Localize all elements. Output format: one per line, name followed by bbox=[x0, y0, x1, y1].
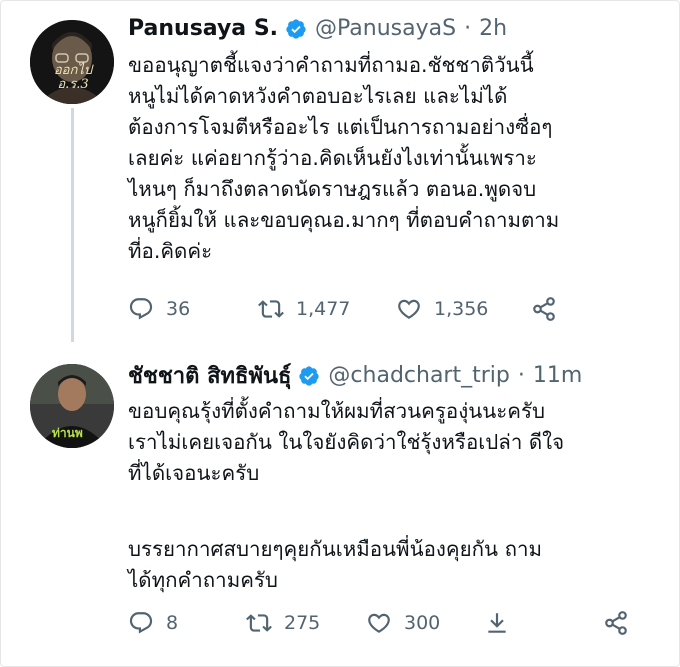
tweet-text-line: หนูก็ยิ้มให้ และขอบคุณอ.มากๆ ที่ตอบคำถาม… bbox=[128, 208, 560, 232]
tweet-header: Panusaya S. @PanusayaS · 2h bbox=[128, 16, 507, 41]
tweet-header: ชัชชาติ สิทธิพันธุ์ @chadchart_trip · 11… bbox=[128, 358, 582, 393]
tweet-actions: 36 1,477 1,356 bbox=[128, 296, 588, 332]
download-arrow-icon bbox=[488, 613, 506, 633]
share-button[interactable] bbox=[603, 610, 641, 636]
reply-button[interactable]: 36 bbox=[128, 296, 190, 322]
retweet-icon bbox=[246, 614, 272, 632]
avatar[interactable]: ออกไป อ.ร.3 bbox=[30, 20, 114, 104]
tip-button[interactable] bbox=[484, 610, 522, 636]
tweet-text-line: ไหนๆ ก็มาถึงตลาดนัดราษฎรแล้ว ตอนอ.พูดจบ bbox=[128, 177, 537, 201]
tweet-text-line: เราไม่เคยเจอกัน ในใจยังคิดว่าใช่รุ้งหรือ… bbox=[128, 430, 565, 454]
verified-badge-icon bbox=[285, 18, 307, 40]
timestamp[interactable]: 2h bbox=[479, 16, 507, 41]
avatar-overlay-text: ออกไป อ.ร.3 bbox=[53, 63, 93, 92]
avatar-shirt-text: ท่านพ bbox=[52, 426, 83, 440]
share-icon bbox=[605, 611, 627, 635]
handle[interactable]: @PanusayaS bbox=[315, 16, 456, 41]
share-icon bbox=[533, 297, 555, 321]
tweet-text-line: บรรยากาศสบายๆคุยกันเหมือนพี่น้องคุยกัน ถ… bbox=[128, 537, 543, 561]
handle[interactable]: @chadchart_trip bbox=[328, 363, 509, 388]
tweet-text-line: ที่ได้เจอนะครับ bbox=[128, 461, 260, 485]
display-name[interactable]: Panusaya S. bbox=[128, 16, 278, 41]
retweet-count: 275 bbox=[284, 612, 321, 634]
retweet-icon bbox=[258, 300, 284, 318]
retweet-count: 1,477 bbox=[296, 298, 351, 320]
tweet-text-line: ขออนุญาตชี้แจงว่าคำถามที่ถามอ.ชัชชาติวัน… bbox=[128, 53, 534, 77]
share-button[interactable] bbox=[531, 296, 569, 322]
tweet-text-line: ต้องการโจมตีหรืออะไร แต่เป็นการถามอย่างซ… bbox=[128, 115, 553, 139]
reply-count: 8 bbox=[166, 612, 179, 634]
tweet-text-line: หนูไม่ได้คาดหวังคำตอบอะไรเลย และไม่ได้ bbox=[128, 84, 508, 108]
tweet-text-line: ที่อ.คิดค่ะ bbox=[128, 239, 213, 263]
separator-dot: · bbox=[464, 16, 472, 41]
separator-dot: · bbox=[517, 363, 525, 388]
timestamp[interactable]: 11m bbox=[533, 363, 582, 388]
display-name[interactable]: ชัชชาติ สิทธิพันธุ์ bbox=[128, 358, 291, 393]
heart-icon bbox=[368, 613, 390, 633]
tweet-text: ขออนุญาตชี้แจงว่าคำถามที่ถามอ.ชัชชาติวัน… bbox=[128, 50, 658, 267]
avatar[interactable]: ท่านพ bbox=[30, 364, 114, 448]
like-count: 1,356 bbox=[434, 298, 489, 320]
verified-badge-icon bbox=[298, 365, 320, 387]
retweet-button[interactable]: 275 bbox=[246, 610, 320, 636]
like-button[interactable]: 1,356 bbox=[396, 296, 488, 322]
tweet-panusaya[interactable]: ออกไป อ.ร.3 Panusaya S. @PanusayaS · 2h … bbox=[0, 0, 680, 342]
tweet-text: ขอบคุณรุ้งที่ตั้งคำถามให้ผมที่สวนครูองุ่… bbox=[128, 396, 658, 596]
tweet-actions: 8 275 300 bbox=[128, 610, 627, 646]
like-count: 300 bbox=[404, 612, 441, 634]
tweet-chadchart[interactable]: ท่านพ ชัชชาติ สิทธิพันธุ์ @chadchart_tri… bbox=[0, 342, 680, 667]
tweet-text-line: ขอบคุณรุ้งที่ตั้งคำถามให้ผมที่สวนครูองุ่… bbox=[128, 399, 546, 423]
reply-count: 36 bbox=[166, 298, 191, 320]
reply-icon bbox=[129, 298, 153, 320]
tweet-text-line: ได้ทุกคำถามครับ bbox=[128, 568, 278, 592]
thread-connector-line bbox=[71, 108, 74, 342]
heart-icon bbox=[398, 299, 420, 319]
retweet-button[interactable]: 1,477 bbox=[258, 296, 350, 322]
reply-icon bbox=[129, 612, 153, 634]
like-button[interactable]: 300 bbox=[366, 610, 440, 636]
tweet-text-line: เลยค่ะ แค่อยากรู้ว่าอ.คิดเห็นยังไงเท่านั… bbox=[128, 146, 537, 170]
reply-button[interactable]: 8 bbox=[128, 610, 178, 636]
